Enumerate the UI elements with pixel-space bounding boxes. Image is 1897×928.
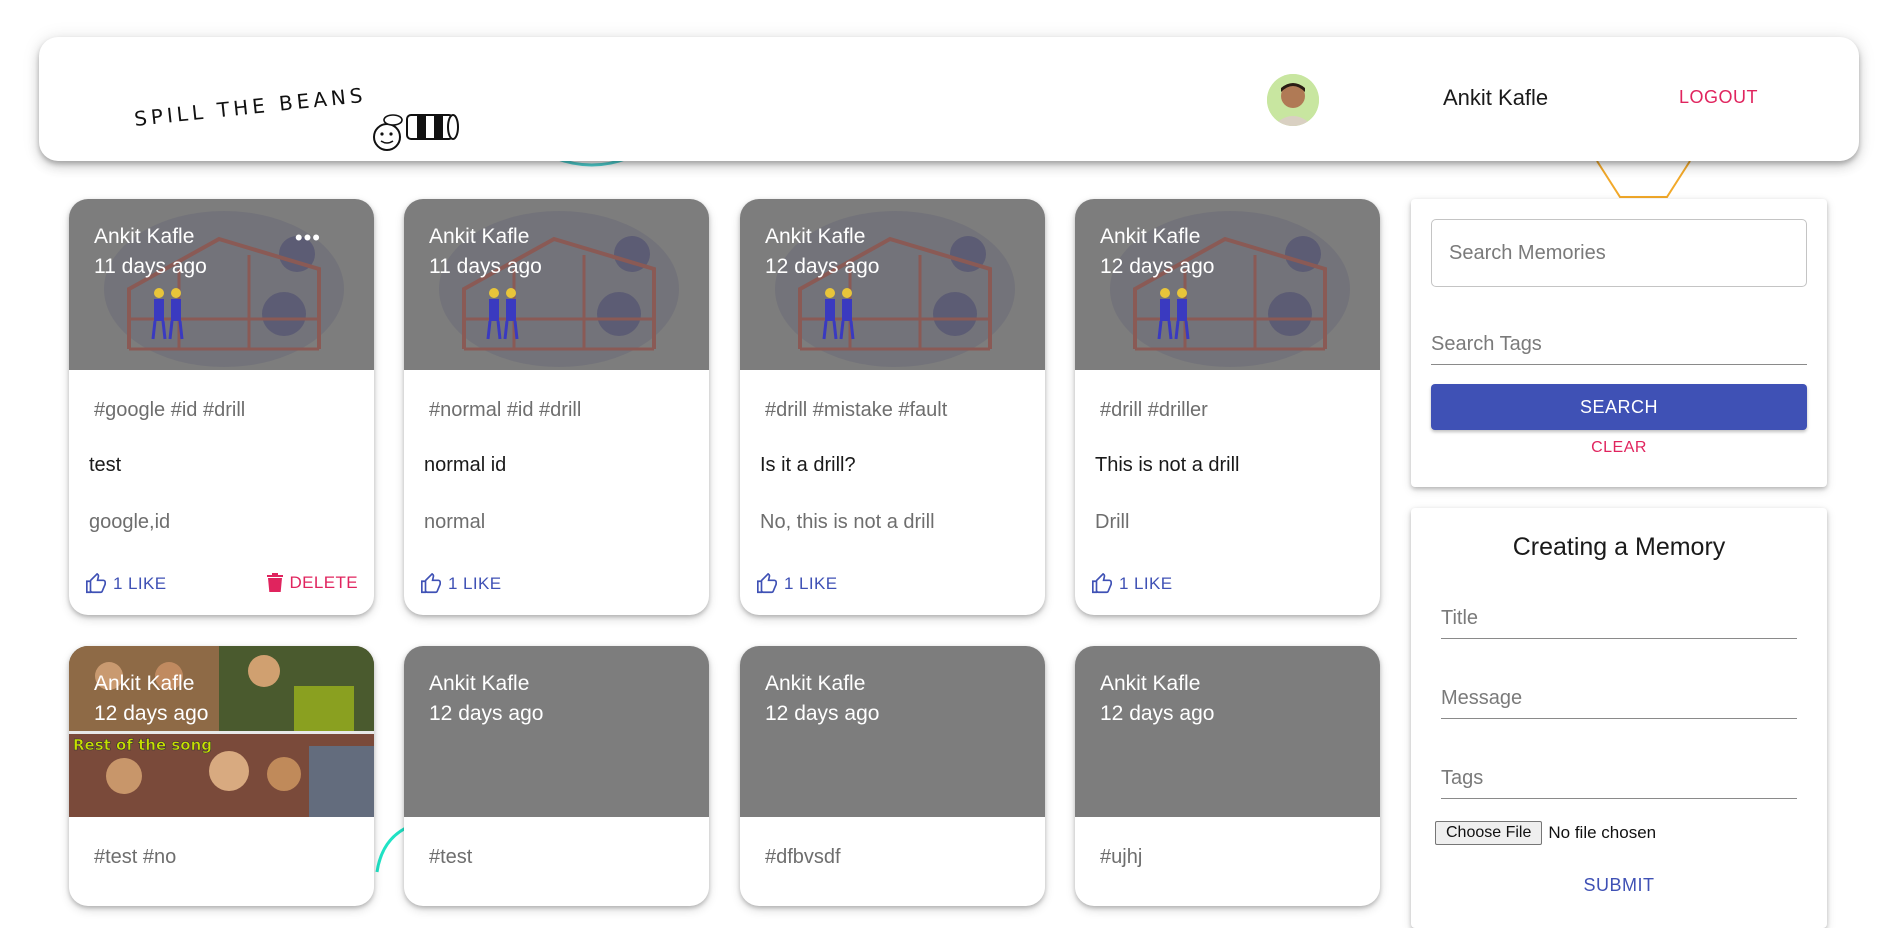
tags-input[interactable] <box>1441 767 1797 799</box>
search-panel: SEARCH CLEAR <box>1411 199 1827 487</box>
submit-button[interactable]: SUBMIT <box>1411 875 1827 896</box>
like-button[interactable]: 1 LIKE <box>756 573 837 595</box>
title-input[interactable] <box>1441 607 1797 639</box>
card-time: 12 days ago <box>429 702 544 725</box>
user-name: Ankit Kafle <box>1443 85 1549 110</box>
memory-card[interactable]: Ankit Kafle 11 days ago ••• #google #id … <box>69 199 374 615</box>
like-button[interactable]: 1 LIKE <box>420 573 501 595</box>
search-memories-input[interactable] <box>1431 219 1807 287</box>
logo-text: SPILL THE BEANS <box>135 83 367 131</box>
memory-card[interactable]: Ankit Kafle 12 days ago #ujhj <box>1075 646 1380 906</box>
card-author: Ankit Kafle <box>429 672 530 695</box>
card-author: Ankit Kafle <box>429 225 530 248</box>
file-picker: Choose File No file chosen <box>1435 821 1656 845</box>
message-input[interactable] <box>1441 687 1797 719</box>
memory-card[interactable]: Ankit Kafle 12 days ago #dfbvsdf <box>740 646 1045 906</box>
card-media: Ankit Kafle 12 days ago <box>740 646 1045 817</box>
memory-card[interactable]: Rest of the song Ankit Kafle 12 days ago… <box>69 646 374 906</box>
card-tags: #normal #id #drill <box>429 399 582 421</box>
logout-button[interactable]: LOGOUT <box>1679 87 1758 108</box>
memory-card[interactable]: Ankit Kafle 12 days ago #drill #driller … <box>1075 199 1380 615</box>
clear-button[interactable]: CLEAR <box>1411 439 1827 457</box>
card-message: No, this is not a drill <box>760 511 935 533</box>
search-tags-input[interactable] <box>1431 333 1807 365</box>
card-author: Ankit Kafle <box>765 225 866 248</box>
card-title: test <box>89 454 122 476</box>
like-button[interactable]: 1 LIKE <box>1091 573 1172 595</box>
choose-file-button[interactable]: Choose File <box>1435 821 1543 845</box>
thumb-up-icon <box>421 573 441 594</box>
trash-icon <box>267 573 284 592</box>
card-media: Ankit Kafle 12 days ago <box>1075 646 1380 817</box>
card-tags: #test #no <box>94 846 177 868</box>
card-message: normal <box>424 511 486 533</box>
card-title: Is it a drill? <box>760 454 856 476</box>
card-message: Drill <box>1095 511 1130 533</box>
card-author: Ankit Kafle <box>1100 672 1201 695</box>
search-button[interactable]: SEARCH <box>1431 384 1807 430</box>
card-time: 12 days ago <box>1100 255 1215 278</box>
card-tags: #google #id #drill <box>94 399 246 421</box>
thumb-up-icon <box>86 573 106 594</box>
more-options-icon[interactable]: ••• <box>295 225 321 251</box>
card-title: normal id <box>424 454 507 476</box>
card-time: 11 days ago <box>429 255 542 278</box>
like-count: 1 LIKE <box>448 574 502 593</box>
card-media: Ankit Kafle 12 days ago <box>404 646 709 817</box>
card-media: Ankit Kafle 11 days ago ••• <box>69 199 374 370</box>
card-tags: #test <box>429 846 473 868</box>
user-avatar[interactable] <box>1267 74 1319 126</box>
card-time: 11 days ago <box>94 255 207 278</box>
delete-label: DELETE <box>289 573 358 592</box>
thumb-up-icon <box>757 573 777 594</box>
card-author: Ankit Kafle <box>765 672 866 695</box>
card-media: Ankit Kafle 12 days ago <box>1075 199 1380 370</box>
form-heading: Creating a Memory <box>1512 533 1726 561</box>
thumb-up-icon <box>1092 573 1112 594</box>
like-count: 1 LIKE <box>784 574 838 593</box>
card-media: Rest of the song Ankit Kafle 12 days ago <box>69 646 374 817</box>
card-time: 12 days ago <box>94 702 209 725</box>
card-author: Ankit Kafle <box>94 672 195 695</box>
app-bar: SPILL THE BEANS Ankit Kafle LOGOUT <box>39 37 1859 161</box>
like-count: 1 LIKE <box>1119 574 1173 593</box>
memory-card[interactable]: Ankit Kafle 11 days ago #normal #id #dri… <box>404 199 709 615</box>
create-memory-form: Creating a Memory Choose File No file ch… <box>1411 508 1827 928</box>
like-button[interactable]: 1 LIKE <box>85 573 166 595</box>
meme-caption: Rest of the song <box>73 736 212 754</box>
card-media: Ankit Kafle 12 days ago <box>740 199 1045 370</box>
memory-card[interactable]: Ankit Kafle 12 days ago #drill #mistake … <box>740 199 1045 615</box>
like-count: 1 LIKE <box>113 574 167 593</box>
card-media: Ankit Kafle 11 days ago <box>404 199 709 370</box>
delete-button[interactable]: DELETE <box>267 573 358 593</box>
card-title: This is not a drill <box>1095 454 1240 476</box>
card-tags: #drill #mistake #fault <box>765 399 948 421</box>
card-tags: #drill #driller <box>1100 399 1208 421</box>
card-time: 12 days ago <box>765 702 880 725</box>
card-message: google,id <box>89 511 171 533</box>
card-time: 12 days ago <box>1100 702 1215 725</box>
card-author: Ankit Kafle <box>94 225 195 248</box>
card-tags: #dfbvsdf <box>765 846 841 868</box>
memory-card[interactable]: Ankit Kafle 12 days ago #test <box>404 646 709 906</box>
spill-the-beans-logo[interactable]: SPILL THE BEANS <box>135 70 465 160</box>
file-status: No file chosen <box>1548 823 1657 842</box>
card-time: 12 days ago <box>765 255 880 278</box>
card-author: Ankit Kafle <box>1100 225 1201 248</box>
card-tags: #ujhj <box>1100 846 1143 868</box>
